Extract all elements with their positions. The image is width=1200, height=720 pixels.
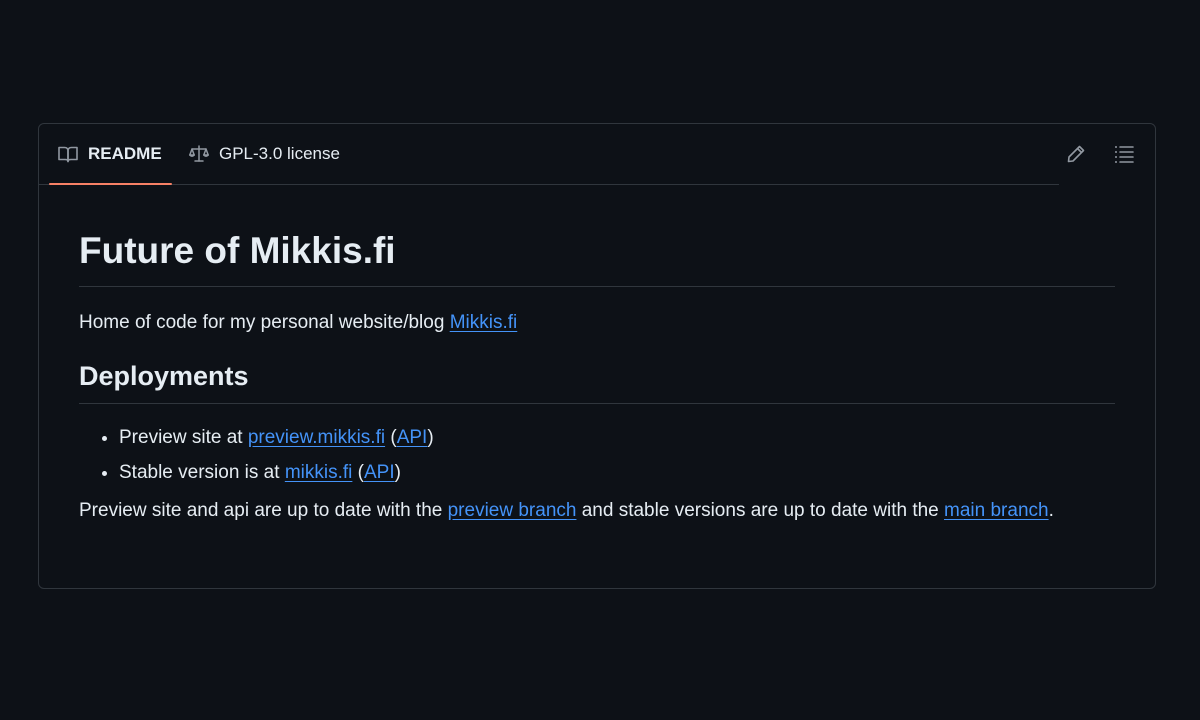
outline-button[interactable] [1111,141,1137,167]
paren-open: ( [385,427,397,448]
stable-site-link[interactable]: mikkis.fi [285,462,353,483]
mikkis-link[interactable]: Mikkis.fi [450,312,518,333]
paren-close: ) [394,462,401,483]
preview-site-link[interactable]: preview.mikkis.fi [248,427,385,448]
paren-open: ( [352,462,364,483]
intro-paragraph: Home of code for my personal website/blo… [79,309,1115,337]
preview-api-link[interactable]: API [397,427,428,448]
final-text-1: Preview site and api are up to date with… [79,500,448,521]
tab-readme-label: README [88,144,162,163]
deployment-prefix: Preview site at [119,427,248,448]
final-text-3: . [1048,500,1054,521]
readme-panel: README GPL-3.0 license Future of Mikkis.… [38,123,1156,589]
deployment-prefix: Stable version is at [119,462,285,483]
preview-branch-link[interactable]: preview branch [448,500,577,521]
intro-text: Home of code for my personal website/blo… [79,312,450,333]
readme-title: Future of Mikkis.fi [79,229,1115,287]
stable-api-link[interactable]: API [364,462,395,483]
branches-paragraph: Preview site and api are up to date with… [79,497,1115,525]
final-text-2: and stable versions are up to date with … [576,500,945,521]
list-unordered-icon [1115,146,1134,163]
tab-license[interactable]: GPL-3.0 license [188,124,340,184]
tab-readme[interactable]: README [49,124,172,185]
book-icon [57,143,79,165]
readme-tabbar: README GPL-3.0 license [39,124,1059,185]
paren-close: ) [427,427,434,448]
deployments-list: Preview site at preview.mikkis.fi (API) … [79,424,1115,487]
pencil-icon [1067,145,1085,163]
edit-file-button[interactable] [1063,141,1089,167]
list-item: Preview site at preview.mikkis.fi (API) [119,424,1115,452]
deployments-heading: Deployments [79,359,1115,404]
law-scale-icon [188,143,210,165]
main-branch-link[interactable]: main branch [944,500,1049,521]
list-item: Stable version is at mikkis.fi (API) [119,459,1115,487]
readme-content: Future of Mikkis.fi Home of code for my … [39,229,1155,525]
tab-license-label: GPL-3.0 license [219,144,340,163]
